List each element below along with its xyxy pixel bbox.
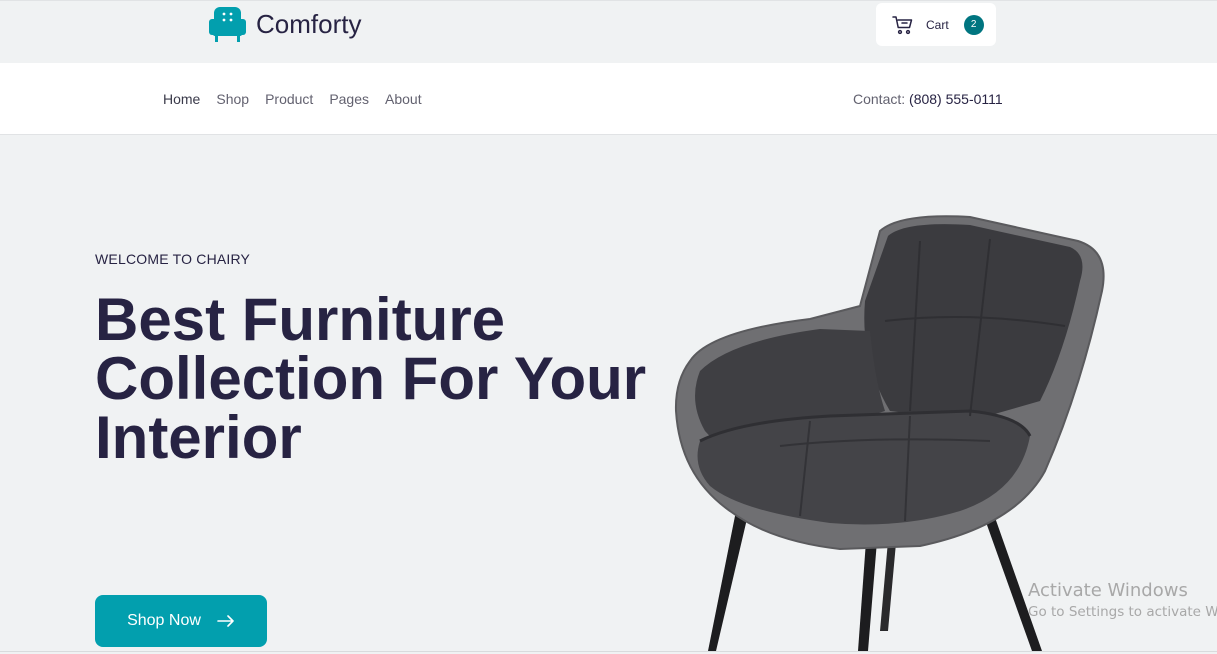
windows-activation-watermark: Activate Windows Go to Settings to activ… (1028, 580, 1217, 620)
hero-eyebrow: WELCOME TO CHAIRY (95, 251, 251, 267)
brand-name: Comforty (256, 8, 362, 39)
cart-icon (892, 15, 913, 34)
cart-count-badge: 2 (963, 14, 984, 35)
shop-now-label: Shop Now (127, 612, 201, 629)
hero-section: WELCOME TO CHAIRY Best Furniture Collect… (0, 136, 1217, 654)
cart-label: Cart (926, 17, 949, 32)
cart-button[interactable]: Cart 2 (876, 3, 996, 46)
watermark-title: Activate Windows (1028, 580, 1188, 601)
contact-label: Contact: (853, 91, 906, 107)
headline-line-3: Interior (95, 404, 302, 471)
headline-line-1: Best Furniture (95, 286, 506, 353)
hero-headline: Best Furniture Collection For Your Inter… (95, 286, 695, 471)
nav-shop[interactable]: Shop (216, 91, 249, 107)
headline-line-2: Collection For Your (95, 345, 647, 412)
nav-pages[interactable]: Pages (329, 91, 369, 107)
contact-info: Contact: (808) 555-0111 (853, 91, 1003, 107)
armchair-icon (209, 7, 246, 42)
brand-logo[interactable]: Comforty (207, 5, 361, 43)
contact-phone[interactable]: (808) 555-0111 (909, 91, 1003, 107)
watermark-subtitle: Go to Settings to activate Windows. (1028, 604, 1217, 620)
nav-about[interactable]: About (385, 91, 422, 107)
shop-now-button[interactable]: Shop Now (95, 595, 267, 647)
nav-home[interactable]: Home (163, 91, 200, 107)
main-navbar: Home Shop Product Pages About Contact: (… (0, 63, 1217, 135)
bottom-divider (0, 651, 1217, 652)
nav-links: Home Shop Product Pages About (163, 91, 422, 107)
top-bar: Comforty Cart 2 (0, 0, 1217, 62)
arrow-right-icon (217, 615, 234, 627)
nav-product[interactable]: Product (265, 91, 313, 107)
